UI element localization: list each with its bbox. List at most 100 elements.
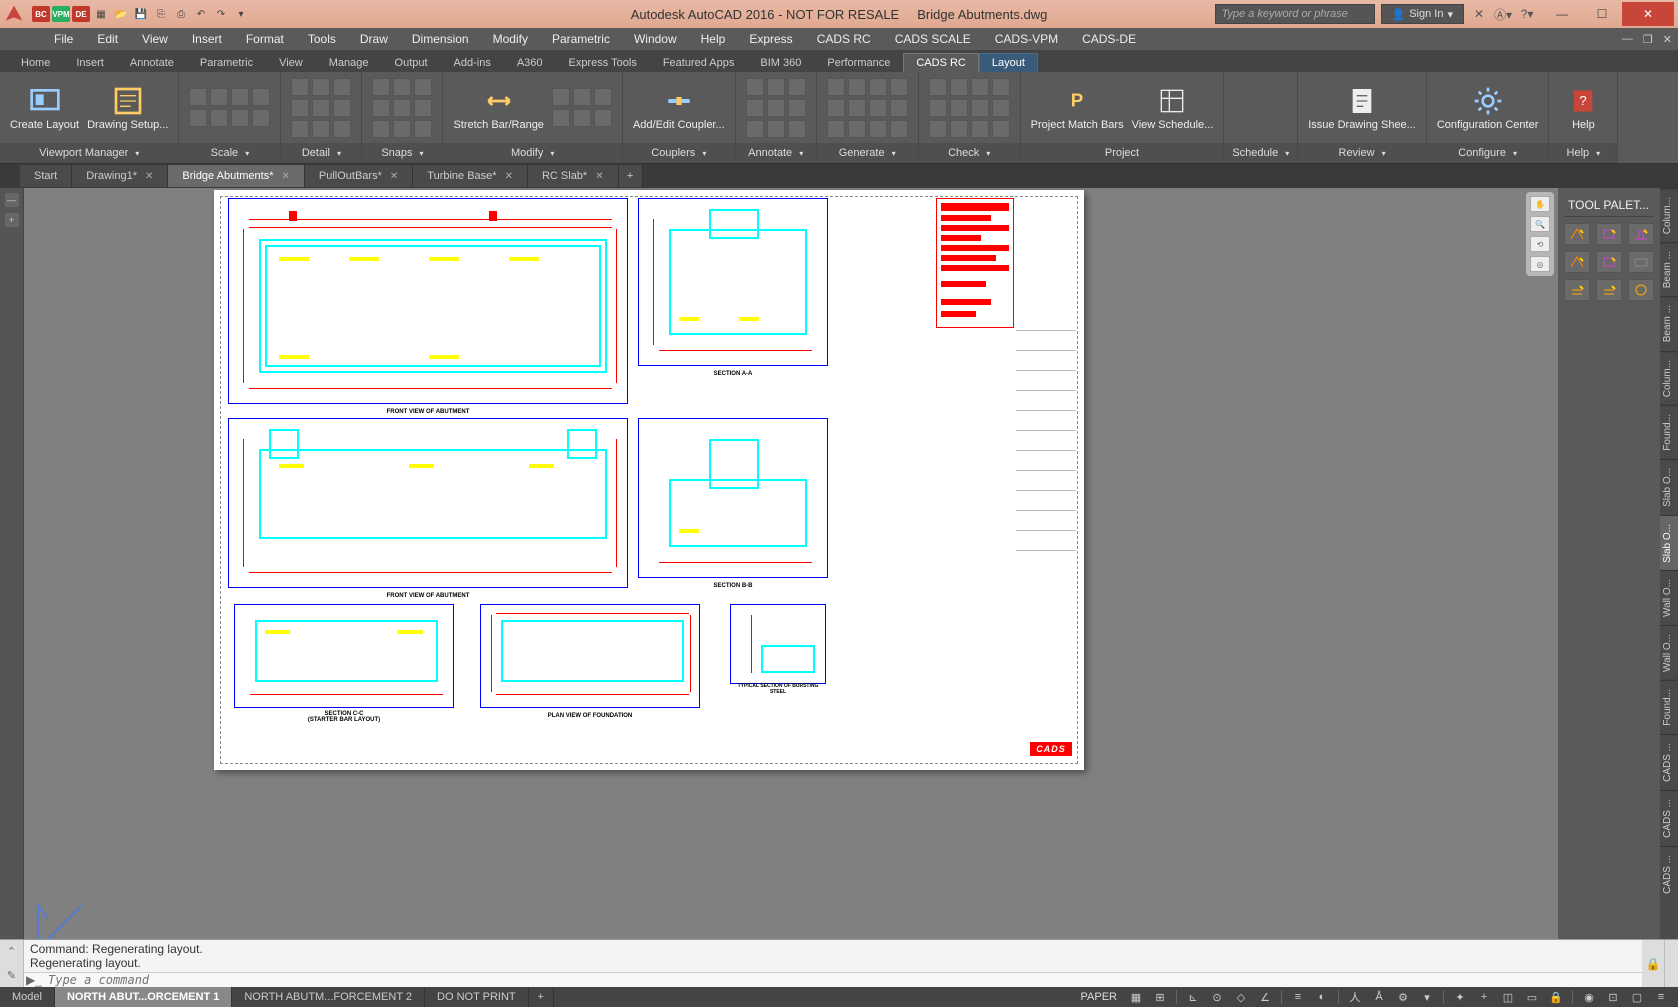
scale-list-icon[interactable]: ▾ — [1416, 988, 1438, 1006]
menu-view[interactable]: View — [130, 28, 180, 50]
scale-tool[interactable] — [210, 109, 228, 127]
file-tab-turbine-base[interactable]: Turbine Base*✕ — [413, 165, 528, 187]
ribbon-tab-featured[interactable]: Featured Apps — [650, 53, 748, 72]
palette-tool[interactable] — [1596, 279, 1622, 301]
space-toggle[interactable]: PAPER — [1075, 991, 1123, 1003]
qat-save-icon[interactable]: 💾 — [132, 5, 150, 23]
signin-button[interactable]: 👤 Sign In ▾ — [1381, 4, 1464, 24]
modify-tool[interactable] — [552, 88, 570, 106]
ribbon-tab-express[interactable]: Express Tools — [556, 53, 650, 72]
grid-icon[interactable]: ▦ — [1125, 988, 1147, 1006]
help-button[interactable]: ? Help — [1559, 85, 1607, 131]
layout-tab-do-not-print[interactable]: DO NOT PRINT — [425, 987, 529, 1007]
menu-edit[interactable]: Edit — [85, 28, 130, 50]
palette-tab[interactable]: Slab O... — [1660, 459, 1678, 515]
qat-redo-icon[interactable]: ↷ — [212, 5, 230, 23]
navigation-bar[interactable]: ✋ 🔍 ⟲ ◎ — [1526, 192, 1554, 276]
command-recent-icon[interactable]: ⌃ — [7, 945, 16, 958]
palette-tab[interactable]: Beam ... — [1660, 242, 1678, 296]
check-tool[interactable] — [929, 120, 947, 138]
customize-icon[interactable]: ≡ — [1650, 988, 1672, 1006]
menu-modify[interactable]: Modify — [481, 28, 540, 50]
palette-tab[interactable]: Found... — [1660, 405, 1678, 459]
check-tool[interactable] — [971, 120, 989, 138]
doc-minimize-icon[interactable]: — — [1622, 33, 1633, 46]
generate-tool[interactable] — [827, 120, 845, 138]
modify-tool[interactable] — [573, 109, 591, 127]
check-tool[interactable] — [992, 78, 1010, 96]
annotation-monitor-icon[interactable]: + — [1473, 988, 1495, 1006]
detail-tool[interactable] — [312, 78, 330, 96]
modify-tool[interactable] — [573, 88, 591, 106]
lock-ui-icon[interactable]: 🔒 — [1545, 988, 1567, 1006]
menu-file[interactable]: File — [42, 28, 85, 50]
menu-help[interactable]: Help — [689, 28, 738, 50]
layout-tab-model[interactable]: Model — [0, 987, 55, 1007]
scale-tool[interactable] — [189, 109, 207, 127]
menu-tools[interactable]: Tools — [296, 28, 348, 50]
palette-tab[interactable]: Found... — [1660, 680, 1678, 734]
zoom-icon[interactable]: 🔍 — [1530, 216, 1550, 232]
close-tab-icon[interactable]: ✕ — [145, 171, 153, 182]
qat-badge-vpm[interactable]: VPM — [52, 6, 70, 22]
exchange-icon[interactable]: ✕ — [1470, 5, 1488, 23]
annotate-tool[interactable] — [767, 78, 785, 96]
scale-tool[interactable] — [189, 88, 207, 106]
annotate-tool[interactable] — [746, 78, 764, 96]
generate-tool[interactable] — [848, 78, 866, 96]
file-tab-pulloutbars[interactable]: PullOutBars*✕ — [305, 165, 413, 187]
panel-title-help[interactable]: Help — [1549, 143, 1617, 163]
qat-more-icon[interactable]: ▾ — [232, 5, 250, 23]
pan-icon[interactable]: ✋ — [1530, 196, 1550, 212]
ribbon-tab-annotate[interactable]: Annotate — [117, 53, 187, 72]
detail-tool[interactable] — [312, 120, 330, 138]
menu-cads-scale[interactable]: CADS SCALE — [883, 28, 983, 50]
panel-title-viewport[interactable]: Viewport Manager — [0, 143, 178, 163]
ribbon-tab-performance[interactable]: Performance — [814, 53, 903, 72]
ribbon-tab-manage[interactable]: Manage — [316, 53, 382, 72]
viewport-bursting-steel[interactable]: TYPICAL SECTION OF BURSTING STEEL — [730, 604, 826, 684]
palette-tool[interactable] — [1628, 279, 1654, 301]
snap-tool[interactable] — [372, 120, 390, 138]
panel-title-generate[interactable]: Generate — [817, 143, 918, 163]
minimize-button[interactable]: — — [1542, 2, 1582, 26]
drawing-setup-button[interactable]: Drawing Setup... — [87, 85, 168, 131]
generate-tool[interactable] — [890, 99, 908, 117]
scale-tool[interactable] — [252, 109, 270, 127]
menu-insert[interactable]: Insert — [180, 28, 234, 50]
polar-icon[interactable]: ⊙ — [1206, 988, 1228, 1006]
annotate-tool[interactable] — [788, 78, 806, 96]
snap-tool[interactable] — [393, 78, 411, 96]
qat-saveas-icon[interactable]: ⎘ — [152, 5, 170, 23]
hardware-icon[interactable]: ⊡ — [1602, 988, 1624, 1006]
drawing-canvas[interactable]: FRONT VIEW OF ABUTMENT SECTION A-A — [24, 188, 1558, 963]
doc-restore-icon[interactable]: ❐ — [1643, 33, 1653, 46]
snap-tool[interactable] — [372, 78, 390, 96]
check-tool[interactable] — [971, 78, 989, 96]
detail-tool[interactable] — [291, 78, 309, 96]
clean-screen-icon[interactable]: ▢ — [1626, 988, 1648, 1006]
left-tool[interactable]: — — [4, 192, 20, 208]
palette-tool[interactable] — [1564, 223, 1590, 245]
menu-cads-vpm[interactable]: CADS-VPM — [983, 28, 1070, 50]
modify-tool[interactable] — [552, 109, 570, 127]
transparency-icon[interactable]: ◐ — [1311, 988, 1333, 1006]
detail-tool[interactable] — [291, 120, 309, 138]
ribbon-tab-layout[interactable]: Layout — [979, 53, 1038, 72]
qat-badge-bc[interactable]: BC — [32, 6, 50, 22]
annotate-tool[interactable] — [767, 99, 785, 117]
ribbon-tab-home[interactable]: Home — [8, 53, 63, 72]
workspace-icon[interactable]: ✦ — [1449, 988, 1471, 1006]
scale-tool[interactable] — [231, 88, 249, 106]
maximize-button[interactable]: ☐ — [1582, 2, 1622, 26]
menu-format[interactable]: Format — [234, 28, 296, 50]
ribbon-tab-a360[interactable]: A360 — [504, 53, 556, 72]
project-match-bars-button[interactable]: P Project Match Bars — [1031, 85, 1124, 131]
check-tool[interactable] — [950, 78, 968, 96]
snap-tool[interactable] — [372, 99, 390, 117]
generate-tool[interactable] — [869, 99, 887, 117]
palette-tool[interactable] — [1564, 279, 1590, 301]
palette-tab[interactable]: CADS ... — [1660, 790, 1678, 846]
palette-tool[interactable] — [1596, 251, 1622, 273]
viewport-plan-view[interactable]: PLAN VIEW OF FOUNDATION — [480, 604, 700, 708]
